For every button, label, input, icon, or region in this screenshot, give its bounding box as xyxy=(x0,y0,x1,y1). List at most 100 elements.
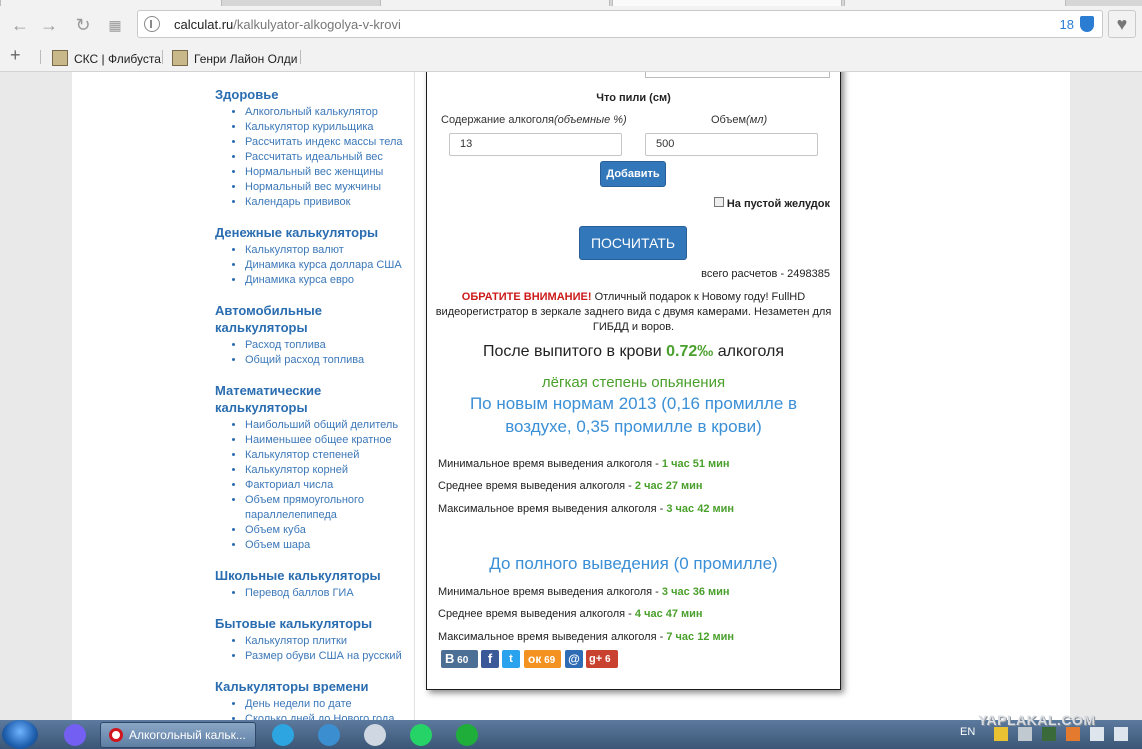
gplus-share-button[interactable]: g+ 6 xyxy=(586,650,618,668)
green-app-icon[interactable] xyxy=(456,724,478,746)
sidebar-link[interactable]: Алкогольный калькулятор xyxy=(245,105,415,120)
sidebar-category-title[interactable]: Бытовые калькуляторы xyxy=(215,615,415,632)
sidebar-link-label[interactable]: Наименьшее общее кратное xyxy=(245,434,392,446)
sidebar-link-label[interactable]: Наибольший общий делитель xyxy=(245,419,398,431)
sidebar-link-label[interactable]: Сколько дней до Нового года xyxy=(245,713,394,720)
sidebar-link-label[interactable]: Объем прямоугольного параллелепипеда xyxy=(245,494,364,521)
tray-tool-icon[interactable] xyxy=(1018,727,1032,741)
forward-arrow-icon[interactable]: → xyxy=(38,14,60,36)
sidebar-link[interactable]: Наибольший общий делитель xyxy=(245,418,415,433)
add-bookmark-icon[interactable]: + xyxy=(10,45,21,66)
sidebar-category-title[interactable]: Здоровье xyxy=(215,86,415,103)
vk-share-button[interactable]: В 60 xyxy=(441,650,478,668)
sidebar-link-label[interactable]: Объем куба xyxy=(245,524,306,536)
sidebar-link-label[interactable]: Календарь прививок xyxy=(245,196,350,208)
sidebar-link[interactable]: Динамика курса доллара США xyxy=(245,258,415,273)
twitter-share-button[interactable]: t xyxy=(502,650,520,668)
sidebar-link-label[interactable]: Рассчитать идеальный вес xyxy=(245,151,383,163)
sidebar-link[interactable]: Общий расход топлива xyxy=(245,353,415,368)
sidebar-link[interactable]: Календарь прививок xyxy=(245,195,415,210)
add-drink-button[interactable]: Добавить xyxy=(600,161,666,187)
keyboard-language[interactable]: EN xyxy=(960,726,975,738)
volume-input[interactable]: 500 xyxy=(645,133,818,156)
sidebar-category-title[interactable]: Школьные калькуляторы xyxy=(215,567,415,584)
sidebar-link-label[interactable]: Алкогольный калькулятор xyxy=(245,106,378,118)
sidebar-link[interactable]: Калькулятор корней xyxy=(245,463,415,478)
sidebar-link-label[interactable]: Размер обуви США на русский xyxy=(245,650,402,662)
sidebar-link-label[interactable]: Калькулятор курильщика xyxy=(245,121,374,133)
speed-dial-grid-icon[interactable]: ▦ xyxy=(104,14,126,36)
sidebar-category-title[interactable]: Автомобильные калькуляторы xyxy=(215,302,415,336)
sidebar-link-label[interactable]: Динамика курса евро xyxy=(245,274,354,286)
tray-app-icon[interactable] xyxy=(1066,727,1080,741)
sidebar-link[interactable]: Объем куба xyxy=(245,523,415,538)
whatsapp-icon[interactable] xyxy=(410,724,432,746)
sidebar-link[interactable]: Размер обуви США на русский xyxy=(245,649,415,664)
taskbar-window-title: Алкогольный кальк... xyxy=(129,728,246,742)
tray-monitor-icon[interactable] xyxy=(1042,727,1056,741)
heart-icon[interactable]: ♥ xyxy=(1108,10,1136,38)
sidebar-link[interactable]: День недели по дате xyxy=(245,697,415,712)
mailru-share-button[interactable]: @ xyxy=(565,650,583,668)
sidebar-category-title[interactable]: Математические калькуляторы xyxy=(215,382,415,416)
start-button-icon[interactable] xyxy=(2,720,38,749)
sidebar-link[interactable]: Калькулятор курильщика xyxy=(245,120,415,135)
sidebar-link-label[interactable]: Калькулятор степеней xyxy=(245,449,359,461)
reload-icon[interactable]: ↻ xyxy=(72,14,94,36)
telegram-icon[interactable] xyxy=(272,724,294,746)
alcohol-content-input[interactable]: 13 xyxy=(449,133,622,156)
site-info-icon[interactable] xyxy=(144,16,160,32)
sidebar-link[interactable]: Рассчитать идеальный вес xyxy=(245,150,415,165)
facebook-share-button[interactable]: f xyxy=(481,650,499,668)
calculate-button[interactable]: ПОСЧИТАТЬ xyxy=(579,226,687,260)
shield-icon[interactable] xyxy=(1080,16,1094,32)
sidebar-link-label[interactable]: День недели по дате xyxy=(245,698,352,710)
sidebar-link-label[interactable]: Нормальный вес мужчины xyxy=(245,181,381,193)
sidebar-link[interactable]: Объем шара xyxy=(245,538,415,553)
sidebar-link-label[interactable]: Объем шара xyxy=(245,539,310,551)
sidebar-link[interactable]: Сколько дней до Нового года xyxy=(245,712,415,720)
sidebar-link-label[interactable]: Факториал числа xyxy=(245,479,333,491)
back-arrow-icon[interactable]: ← xyxy=(9,14,31,36)
sidebar-link-label[interactable]: Нормальный вес женщины xyxy=(245,166,383,178)
sidebar-link[interactable]: Объем прямоугольного параллелепипеда xyxy=(245,493,415,523)
sidebar-link[interactable]: Рассчитать индекс массы тела xyxy=(245,135,415,150)
media-icon[interactable] xyxy=(318,724,340,746)
viber-icon[interactable] xyxy=(64,724,86,746)
address-bar[interactable]: calculat.ru/kalkulyator-alkogolya-v-krov… xyxy=(137,10,1103,38)
bookmark-oldi[interactable]: Генри Лайон Олди xyxy=(172,50,298,66)
sidebar-category-title[interactable]: Калькуляторы времени xyxy=(215,678,415,695)
elimination-time-line: Максимальное время выведения алкоголя - … xyxy=(438,503,734,515)
app-icon[interactable] xyxy=(364,724,386,746)
sidebar-link[interactable]: Факториал числа xyxy=(245,478,415,493)
sidebar-link-label[interactable]: Калькулятор корней xyxy=(245,464,348,476)
sidebar-link[interactable]: Перевод баллов ГИА xyxy=(245,586,415,601)
sidebar-link-label[interactable]: Расход топлива xyxy=(245,339,326,351)
sidebar-link-label[interactable]: Калькулятор валют xyxy=(245,244,344,256)
sidebar-link[interactable]: Нормальный вес женщины xyxy=(245,165,415,180)
sidebar-link-label[interactable]: Общий расход топлива xyxy=(245,354,364,366)
sidebar-link-label[interactable]: Рассчитать индекс массы тела xyxy=(245,136,403,148)
sidebar-link[interactable]: Калькулятор степеней xyxy=(245,448,415,463)
sidebar-link[interactable]: Динамика курса евро xyxy=(245,273,415,288)
sidebar-category-title[interactable]: Денежные калькуляторы xyxy=(215,224,415,241)
ok-share-button[interactable]: ок 69 xyxy=(524,650,561,668)
drink-type-select[interactable] xyxy=(645,72,830,78)
sidebar-link-label[interactable]: Калькулятор плитки xyxy=(245,635,347,647)
sidebar-link-list: Калькулятор плитки Размер обуви США на ру… xyxy=(215,634,415,664)
sidebar-link-label[interactable]: Динамика курса доллара США xyxy=(245,259,402,271)
bookmark-sks[interactable]: СКС | Флибуста xyxy=(52,50,161,66)
sidebar-link[interactable]: Калькулятор плитки xyxy=(245,634,415,649)
tray-volume-icon[interactable] xyxy=(1114,727,1128,741)
tray-flag-icon[interactable] xyxy=(1090,727,1104,741)
sidebar-link[interactable]: Расход топлива xyxy=(245,338,415,353)
taskbar-opera-window[interactable]: Алкогольный кальк... xyxy=(100,722,256,748)
tray-shield-icon[interactable] xyxy=(994,727,1008,741)
sidebar-link[interactable]: Наименьшее общее кратное xyxy=(245,433,415,448)
sidebar-link[interactable]: Калькулятор валют xyxy=(245,243,415,258)
sidebar-link[interactable]: Нормальный вес мужчины xyxy=(245,180,415,195)
empty-stomach-option[interactable]: На пустой желудок xyxy=(713,197,830,210)
empty-stomach-checkbox[interactable] xyxy=(713,197,724,207)
sidebar-link-label[interactable]: Перевод баллов ГИА xyxy=(245,587,354,599)
address-url[interactable]: calculat.ru/kalkulyator-alkogolya-v-krov… xyxy=(174,17,401,32)
